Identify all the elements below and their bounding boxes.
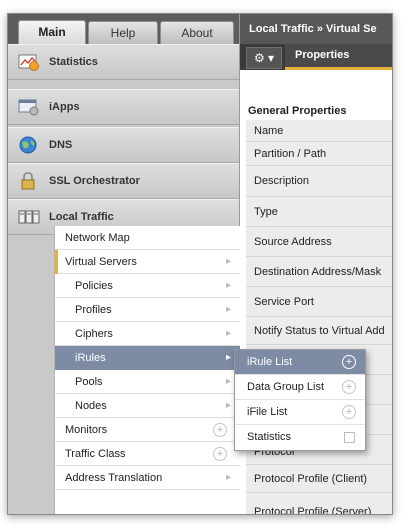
menu-item-label: Ciphers: [75, 328, 113, 340]
menu-item-ciphers[interactable]: Ciphers ▸: [55, 322, 240, 346]
property-row: Protocol Profile (Client): [246, 465, 392, 493]
nav-tabs: Main Help About: [8, 14, 239, 46]
menu-item-network-map[interactable]: Network Map: [55, 226, 240, 250]
menu-item-label: Nodes: [75, 400, 107, 412]
flyout-item-label: iFile List: [247, 406, 288, 418]
menu-item-irules[interactable]: iRules ▸: [55, 346, 240, 370]
property-row: Description: [246, 166, 392, 197]
general-properties-title: General Properties: [248, 105, 347, 117]
nav-section-label: SSL Orchestrator: [49, 175, 140, 187]
local-traffic-submenu: Network Map Virtual Servers ▸ Policies ▸…: [54, 226, 240, 514]
chevron-right-icon: ▸: [225, 280, 231, 291]
left-navigation: Main Help About Statistics iApps DNS SSL…: [8, 14, 240, 514]
chevron-right-icon: ▸: [225, 376, 231, 387]
property-row: Name: [246, 120, 392, 142]
chevron-right-icon: ▸: [225, 328, 231, 339]
tab-about[interactable]: About: [160, 21, 234, 45]
menu-item-traffic-class[interactable]: Traffic Class +: [55, 442, 240, 466]
dns-globe-icon: [19, 136, 37, 154]
property-row: Notify Status to Virtual Add: [246, 317, 392, 345]
menu-item-label: Traffic Class: [65, 448, 126, 460]
nav-section-label: iApps: [49, 101, 80, 113]
add-data-group-icon[interactable]: +: [342, 380, 356, 394]
property-row: Source Address: [246, 227, 392, 257]
property-row: Protocol Profile (Server): [246, 493, 392, 514]
add-ifile-icon[interactable]: +: [342, 405, 356, 419]
flyout-item-irule-list[interactable]: iRule List +: [235, 350, 365, 375]
menu-item-label: Pools: [75, 376, 103, 388]
nav-section-label: Statistics: [49, 56, 98, 68]
breadcrumb: Local Traffic » Virtual Se: [240, 14, 392, 44]
add-irule-icon[interactable]: +: [342, 355, 356, 369]
menu-item-address-translation[interactable]: Address Translation ▸: [55, 466, 240, 490]
chevron-right-icon: ▸: [225, 304, 231, 315]
chevron-right-icon: ▸: [225, 256, 231, 267]
menu-item-label: Monitors: [65, 424, 108, 436]
add-traffic-class-icon[interactable]: +: [213, 447, 227, 461]
tab-properties[interactable]: Properties: [285, 44, 392, 70]
nav-section-dns[interactable]: DNS: [8, 127, 239, 163]
chevron-right-icon: ▸: [225, 472, 231, 483]
add-monitor-icon[interactable]: +: [213, 423, 227, 437]
tab-main[interactable]: Main: [18, 20, 86, 46]
menu-item-label: Virtual Servers: [65, 256, 137, 268]
property-row: Service Port: [246, 287, 392, 317]
gear-menu-button[interactable]: ⚙ ▾: [246, 47, 282, 69]
menu-item-label: Address Translation: [65, 472, 163, 484]
property-row: Partition / Path: [246, 142, 392, 166]
menu-item-pools[interactable]: Pools ▸: [55, 370, 240, 394]
menu-item-virtual-servers[interactable]: Virtual Servers ▸: [55, 250, 240, 274]
toolbar: ⚙ ▾ Properties: [240, 44, 392, 70]
menu-item-monitors[interactable]: Monitors +: [55, 418, 240, 442]
flyout-item-label: Data Group List: [247, 381, 325, 393]
flyout-item-statistics[interactable]: Statistics: [235, 425, 365, 450]
chevron-right-icon: ▸: [225, 400, 231, 411]
local-traffic-icon: [18, 210, 40, 224]
statistics-icon: [18, 54, 39, 71]
app-window: Main Help About Statistics iApps DNS SSL…: [7, 13, 393, 515]
menu-item-label: Profiles: [75, 304, 112, 316]
menu-item-label: iRules: [75, 352, 106, 364]
flyout-item-label: iRule List: [247, 356, 293, 368]
irules-flyout-menu: iRule List + Data Group List + iFile Lis…: [234, 349, 366, 451]
tab-help[interactable]: Help: [88, 21, 158, 45]
nav-section-ssl-orchestrator[interactable]: SSL Orchestrator: [8, 163, 239, 199]
property-row: Type: [246, 197, 392, 227]
menu-item-label: Policies: [75, 280, 113, 292]
flyout-item-ifile-list[interactable]: iFile List +: [235, 400, 365, 425]
nav-section-label: DNS: [49, 139, 73, 151]
nav-section-iapps[interactable]: iApps: [8, 89, 239, 125]
menu-item-nodes[interactable]: Nodes ▸: [55, 394, 240, 418]
nav-section-statistics[interactable]: Statistics: [8, 44, 239, 80]
flyout-item-data-group-list[interactable]: Data Group List +: [235, 375, 365, 400]
menu-item-policies[interactable]: Policies ▸: [55, 274, 240, 298]
open-window-icon: [344, 432, 355, 443]
property-row: Destination Address/Mask: [246, 257, 392, 287]
flyout-item-label: Statistics: [247, 431, 292, 443]
lock-icon: [21, 172, 35, 190]
menu-item-label: Network Map: [65, 232, 130, 244]
chevron-right-icon: ▸: [225, 352, 231, 363]
iapps-icon: [18, 99, 39, 116]
menu-item-profiles[interactable]: Profiles ▸: [55, 298, 240, 322]
